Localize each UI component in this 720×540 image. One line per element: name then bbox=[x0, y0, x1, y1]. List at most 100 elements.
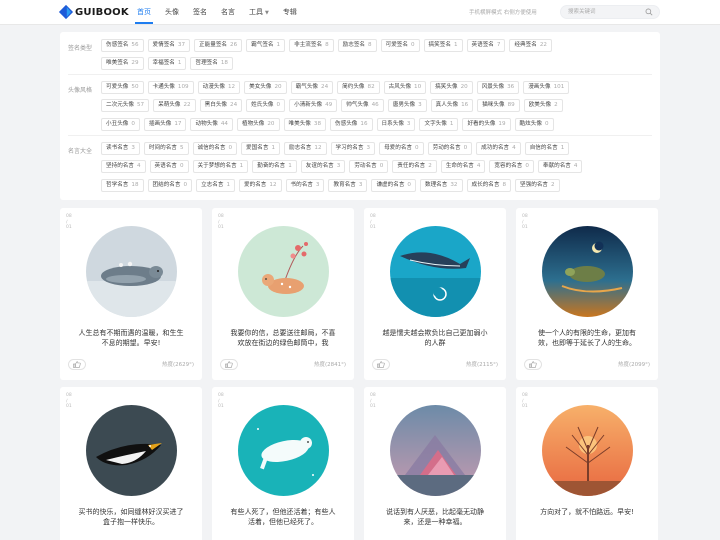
category-tag[interactable]: 奉献的名言 4 bbox=[537, 160, 583, 174]
category-tag[interactable]: 动漫头像 12 bbox=[197, 81, 241, 94]
category-tag[interactable]: 非主流签名 8 bbox=[289, 39, 334, 52]
category-tag[interactable]: 友谊的名言 3 bbox=[300, 160, 346, 174]
category-tag[interactable]: 小清新头像 49 bbox=[289, 99, 338, 113]
quote-card[interactable]: 08 ∕ 01 越是懦夫越会欺负比自己更加弱小的人群 热度(2115°) bbox=[364, 208, 506, 380]
category-tag[interactable]: 成功的名言 4 bbox=[476, 142, 521, 155]
card-quote-text[interactable]: 买书的快乐，如同缝林好汉买进了盒子抱一样快乐。 bbox=[76, 507, 186, 527]
card-image-whale[interactable] bbox=[390, 226, 481, 317]
card-quote-text[interactable]: 人生总有不期而遇的温暖，和生生不息的期望。早安! bbox=[76, 328, 186, 348]
category-tag[interactable]: 诚信的名言 0 bbox=[192, 142, 238, 155]
category-tag[interactable]: 黑白头像 24 bbox=[199, 99, 243, 113]
quote-card[interactable]: 08 ∕ 01 买书的快乐，如同缝林好汉买进了盒子抱一样快乐。 bbox=[60, 387, 202, 540]
nav-item[interactable]: 专辑 bbox=[276, 0, 304, 24]
nav-item[interactable]: 名言 bbox=[214, 0, 242, 24]
category-tag[interactable]: 伤感头像 16 bbox=[330, 117, 373, 131]
category-tag[interactable]: 教育名言 3 bbox=[328, 178, 368, 192]
category-tag[interactable]: 坚持的名言 4 bbox=[101, 160, 146, 174]
category-tag[interactable]: 时间的名言 5 bbox=[143, 142, 189, 155]
quote-card[interactable]: 08 ∕ 01 使一个人的有限的生命，更加有效，也即等于延长了人的生命。 热度(209… bbox=[516, 208, 658, 380]
category-tag[interactable]: 母爱的名言 0 bbox=[379, 142, 424, 155]
category-tag[interactable]: 好看的头像 19 bbox=[462, 117, 511, 131]
category-tag[interactable]: 帅气头像 46 bbox=[341, 99, 384, 113]
category-tag[interactable]: 宽容的名言 0 bbox=[489, 160, 534, 174]
category-tag[interactable]: 插画头像 17 bbox=[143, 117, 187, 131]
category-tag[interactable]: 励志名言 12 bbox=[284, 142, 327, 155]
category-tag[interactable]: 可爱签名 0 bbox=[380, 39, 420, 52]
quote-card[interactable]: 08 ∕ 01 我要你的信，总要送往邮局，不喜欢放在街边的绿色邮筒中，我 热度(284… bbox=[212, 208, 354, 380]
category-tag[interactable]: 动物头像 44 bbox=[190, 117, 233, 131]
category-tag[interactable]: 生命的名言 4 bbox=[440, 160, 486, 174]
category-tag[interactable]: 爱的名言 12 bbox=[239, 178, 282, 192]
like-button[interactable] bbox=[220, 359, 238, 370]
category-tag[interactable]: 励志签名 8 bbox=[337, 39, 377, 52]
category-tag[interactable]: 英语名言 0 bbox=[149, 160, 189, 174]
card-quote-text[interactable]: 说话到有人厌恶，比起毫无动静来，还是一种幸福。 bbox=[380, 507, 490, 527]
category-tag[interactable]: 唐男头像 3 bbox=[387, 99, 427, 113]
category-tag[interactable]: 勤奋的名言 1 bbox=[252, 160, 297, 174]
category-tag[interactable]: 哲理签名 18 bbox=[190, 57, 233, 71]
quote-card[interactable]: 08 ∕ 01 人生总有不期而遇的温暖，和生生不息的期望。早安! 热度(2629°) bbox=[60, 208, 202, 380]
category-tag[interactable]: 劳动的名言 0 bbox=[427, 142, 473, 155]
quote-card[interactable]: 08 ∕ 01 有些人死了，但他还活着；有些人活着，但他已经死了。 bbox=[212, 387, 354, 540]
category-tag[interactable]: 简约头像 82 bbox=[337, 81, 380, 94]
nav-item[interactable]: 头像 bbox=[158, 0, 186, 24]
category-tag[interactable]: 成长的名言 8 bbox=[466, 178, 512, 192]
card-quote-text[interactable]: 有些人死了，但他还活着；有些人活着，但他已经死了。 bbox=[228, 507, 338, 527]
card-image-tree[interactable] bbox=[542, 405, 633, 496]
search-icon[interactable] bbox=[645, 8, 653, 16]
category-tag[interactable]: 酷炫头像 0 bbox=[514, 117, 554, 131]
category-tag[interactable]: 立志名言 1 bbox=[196, 178, 236, 192]
category-tag[interactable]: 读书名言 3 bbox=[101, 142, 140, 155]
quote-card[interactable]: 08 ∕ 01 方向对了，就不怕路远。早安! bbox=[516, 387, 658, 540]
category-tag[interactable]: 欧美头像 2 bbox=[523, 99, 563, 113]
card-image-turtle[interactable] bbox=[542, 226, 633, 317]
category-tag[interactable]: 搞笑签名 1 bbox=[423, 39, 463, 52]
category-tag[interactable]: 书的名言 3 bbox=[285, 178, 325, 192]
category-tag[interactable]: 姓氏头像 0 bbox=[246, 99, 286, 113]
category-tag[interactable]: 可爱头像 50 bbox=[101, 81, 144, 94]
category-tag[interactable]: 劳动名言 0 bbox=[349, 160, 389, 174]
category-tag[interactable]: 卡通头像 109 bbox=[147, 81, 194, 94]
category-tag[interactable]: 幸福签名 1 bbox=[147, 57, 187, 71]
category-tag[interactable]: 关于梦想的名言 1 bbox=[192, 160, 249, 174]
category-tag[interactable]: 谦虚的名言 0 bbox=[371, 178, 416, 192]
category-tag[interactable]: 唯美头像 38 bbox=[283, 117, 327, 131]
card-quote-text[interactable]: 方向对了，就不怕路远。早安! bbox=[532, 507, 642, 517]
nav-item[interactable]: 工具 ▼ bbox=[242, 0, 276, 24]
category-tag[interactable]: 坚强的名言 2 bbox=[515, 178, 560, 192]
category-tag[interactable]: 美女头像 20 bbox=[244, 81, 287, 94]
category-tag[interactable]: 霸气签名 1 bbox=[246, 39, 286, 52]
category-tag[interactable]: 学习的名言 3 bbox=[330, 142, 376, 155]
category-tag[interactable]: 自信的名言 1 bbox=[524, 142, 570, 155]
category-tag[interactable]: 小丑头像 0 bbox=[101, 117, 140, 131]
category-tag[interactable]: 植物头像 20 bbox=[236, 117, 280, 131]
category-tag[interactable]: 真人头像 16 bbox=[430, 99, 474, 113]
card-image-bear[interactable] bbox=[238, 405, 329, 496]
category-tag[interactable]: 日系头像 3 bbox=[376, 117, 416, 131]
nav-item[interactable]: 签名 bbox=[186, 0, 214, 24]
like-button[interactable] bbox=[524, 359, 542, 370]
card-quote-text[interactable]: 越是懦夫越会欺负比自己更加弱小的人群 bbox=[380, 328, 490, 348]
category-tag[interactable]: 爱情签名 37 bbox=[147, 39, 191, 52]
card-quote-text[interactable]: 使一个人的有限的生命，更加有效，也即等于延长了人的生命。 bbox=[532, 328, 642, 348]
category-tag[interactable]: 团结的名言 0 bbox=[147, 178, 193, 192]
category-tag[interactable]: 霸气头像 24 bbox=[290, 81, 334, 94]
category-tag[interactable]: 风景头像 36 bbox=[476, 81, 520, 94]
category-tag[interactable]: 搞笑头像 20 bbox=[430, 81, 473, 94]
category-tag[interactable]: 正能量签名 26 bbox=[194, 39, 243, 52]
search-input[interactable] bbox=[561, 6, 641, 18]
category-tag[interactable]: 猫咪头像 89 bbox=[477, 99, 520, 113]
quote-card[interactable]: 08 ∕ 01 说话到有人厌恶，比起毫无动静来，还是一种幸福。 bbox=[364, 387, 506, 540]
category-tag[interactable]: 爱国名言 1 bbox=[241, 142, 280, 155]
category-tag[interactable]: 哲学名言 18 bbox=[101, 178, 144, 192]
like-button[interactable] bbox=[372, 359, 390, 370]
card-image-penguin[interactable] bbox=[86, 405, 177, 496]
card-quote-text[interactable]: 我要你的信，总要送往邮局，不喜欢放在街边的绿色邮筒中，我 bbox=[228, 328, 338, 348]
card-image-seal[interactable] bbox=[86, 226, 177, 317]
card-image-fawn[interactable] bbox=[238, 226, 329, 317]
category-tag[interactable]: 责任的名言 2 bbox=[392, 160, 437, 174]
category-tag[interactable]: 伤感签名 56 bbox=[101, 39, 144, 52]
site-logo[interactable]: GUIBOOK bbox=[58, 4, 129, 20]
category-tag[interactable]: 呆萌头像 22 bbox=[153, 99, 196, 113]
like-button[interactable] bbox=[68, 359, 86, 370]
